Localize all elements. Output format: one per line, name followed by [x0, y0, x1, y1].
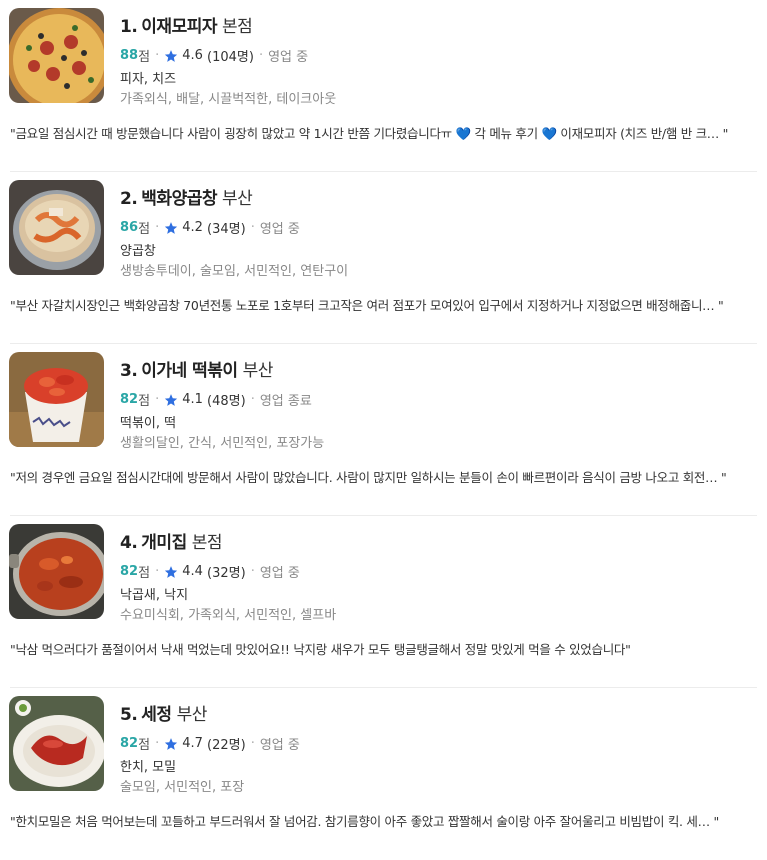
separator-dot: · [250, 736, 255, 751]
separator-dot: · [155, 220, 160, 235]
review-snippet[interactable]: "저의 경우엔 금요일 점심시간대에 방문해서 사람이 많았습니다. 사람이 많… [10, 467, 762, 486]
restaurant-thumbnail[interactable] [9, 696, 104, 791]
review-snippet[interactable]: "낙삼 먹으러다가 품절이어서 낙새 먹었는데 맛있어요!! 낙지랑 새우가 모… [10, 639, 762, 658]
restaurant-item[interactable]: 4. 개미집 본점 82 점 · 4.4 (32명) · 영업 중 낙곱새, 낙지 수… [0, 516, 767, 688]
restaurant-item[interactable]: 3. 이가네 떡볶이 부산 82 점 · 4.1 (48명) · 영업 종료 떡볶이,… [0, 344, 767, 516]
business-status: 영업 종료 [259, 394, 312, 409]
separator-dot: · [250, 220, 255, 235]
restaurant-meta: 82 점 · 4.7 (22명) · 영업 중 [120, 734, 300, 753]
business-status: 영업 중 [259, 566, 300, 581]
restaurant-title[interactable]: 1. 이재모피자 본점 [120, 12, 253, 37]
restaurant-name[interactable]: 백화양곱창 [141, 189, 217, 209]
review-count: (32명) [207, 566, 246, 581]
restaurant-tags: 생활의달인, 간식, 서민적인, 포장가능 [120, 436, 325, 451]
restaurant-branch: 본점 [191, 533, 223, 553]
star-icon [165, 49, 178, 62]
business-status: 영업 중 [259, 738, 300, 753]
score-unit: 점 [138, 738, 151, 753]
restaurant-meta: 82 점 · 4.4 (32명) · 영업 중 [120, 562, 300, 581]
restaurant-categories: 떡볶이, 떡 [120, 416, 177, 431]
restaurant-thumbnail[interactable] [9, 8, 104, 103]
separator-dot: · [155, 392, 160, 407]
restaurant-tags: 수요미식회, 가족외식, 서민적인, 셀프바 [120, 608, 337, 623]
restaurant-rank: 5. [120, 705, 138, 725]
review-count: (34명) [207, 222, 246, 237]
score-unit: 점 [138, 222, 151, 237]
restaurant-thumbnail[interactable] [9, 352, 104, 447]
review-count: (22명) [207, 738, 246, 753]
restaurant-item[interactable]: 2. 백화양곱창 부산 86 점 · 4.2 (34명) · 영업 중 양곱창 생방송… [0, 172, 767, 344]
review-count: (48명) [207, 394, 246, 409]
restaurant-title[interactable]: 3. 이가네 떡볶이 부산 [120, 356, 273, 381]
score-unit: 점 [138, 50, 151, 65]
hanchi-dish-photo [9, 696, 104, 791]
tteokbokki-cup-photo [9, 352, 104, 447]
score-value: 82 [120, 564, 139, 579]
restaurant-title[interactable]: 4. 개미집 본점 [120, 528, 223, 553]
star-icon [165, 737, 178, 750]
restaurant-tags: 가족외식, 배달, 시끌벅적한, 테이크아웃 [120, 92, 337, 107]
restaurant-tags: 생방송투데이, 술모임, 서민적인, 연탄구이 [120, 264, 349, 279]
star-icon [165, 393, 178, 406]
star-icon [165, 221, 178, 234]
score-unit: 점 [138, 566, 151, 581]
restaurant-title[interactable]: 2. 백화양곱창 부산 [120, 184, 253, 209]
restaurant-tags: 술모임, 서민적인, 포장 [120, 780, 245, 795]
separator-dot: · [155, 564, 160, 579]
review-snippet[interactable]: "금요일 점심시간 때 방문했습니다 사람이 굉장히 많았고 약 1시간 반쯤 … [10, 123, 762, 142]
restaurant-thumbnail[interactable] [9, 180, 104, 275]
restaurant-rank: 4. [120, 533, 138, 553]
score-value: 88 [120, 48, 139, 63]
business-status: 영업 중 [268, 50, 309, 65]
rating-value: 4.6 [182, 48, 203, 63]
rating-value: 4.4 [182, 564, 203, 579]
restaurant-name[interactable]: 세정 [141, 705, 172, 725]
rating-value: 4.2 [182, 220, 203, 235]
restaurant-rank: 3. [120, 361, 138, 381]
restaurant-branch: 부산 [242, 361, 274, 381]
separator-dot: · [155, 48, 160, 63]
restaurant-meta: 82 점 · 4.1 (48명) · 영업 종료 [120, 390, 312, 409]
review-snippet[interactable]: "한치모밀은 처음 먹어보는데 꼬들하고 부드러워서 잘 넘어감. 참기름향이 … [10, 811, 762, 830]
restaurant-item[interactable]: 5. 세정 부산 82 점 · 4.7 (22명) · 영업 중 한치, 모밀 술모임… [0, 688, 767, 860]
score-unit: 점 [138, 394, 151, 409]
restaurant-meta: 88 점 · 4.6 (104명) · 영업 중 [120, 46, 308, 65]
business-status: 영업 중 [259, 222, 300, 237]
nakgopsae-pot-photo [9, 524, 104, 619]
separator-dot: · [258, 48, 264, 63]
restaurant-meta: 86 점 · 4.2 (34명) · 영업 중 [120, 218, 300, 237]
restaurant-categories: 한치, 모밀 [120, 760, 177, 775]
restaurant-thumbnail[interactable] [9, 524, 104, 619]
restaurant-categories: 피자, 치즈 [120, 72, 177, 87]
score-value: 82 [120, 392, 139, 407]
gopchang-soup-photo [9, 180, 104, 275]
separator-dot: · [155, 736, 160, 751]
review-snippet[interactable]: "부산 자갈치시장인근 백화양곱창 70년전통 노포로 1호부터 크고작은 여러… [10, 295, 762, 314]
restaurant-branch: 본점 [222, 17, 253, 37]
review-count: (104명) [207, 50, 254, 65]
restaurant-rank: 1. [120, 17, 138, 37]
restaurant-name[interactable]: 개미집 [141, 533, 187, 553]
restaurant-branch: 부산 [222, 189, 253, 209]
restaurant-name[interactable]: 이가네 떡볶이 [141, 361, 238, 381]
rating-value: 4.7 [182, 736, 203, 751]
star-icon [165, 565, 178, 578]
separator-dot: · [250, 564, 255, 579]
restaurant-categories: 양곱창 [120, 244, 156, 259]
restaurant-categories: 낙곱새, 낙지 [120, 588, 189, 603]
restaurant-rank: 2. [120, 189, 138, 209]
separator-dot: · [250, 392, 255, 407]
score-value: 86 [120, 220, 139, 235]
restaurant-item[interactable]: 1. 이재모피자 본점 88 점 · 4.6 (104명) · 영업 중 피자, 치즈… [0, 0, 767, 172]
pizza-photo [9, 8, 104, 103]
restaurant-name[interactable]: 이재모피자 [141, 17, 217, 37]
restaurant-branch: 부산 [176, 705, 208, 725]
score-value: 82 [120, 736, 139, 751]
restaurant-title[interactable]: 5. 세정 부산 [120, 700, 207, 725]
rating-value: 4.1 [182, 392, 203, 407]
